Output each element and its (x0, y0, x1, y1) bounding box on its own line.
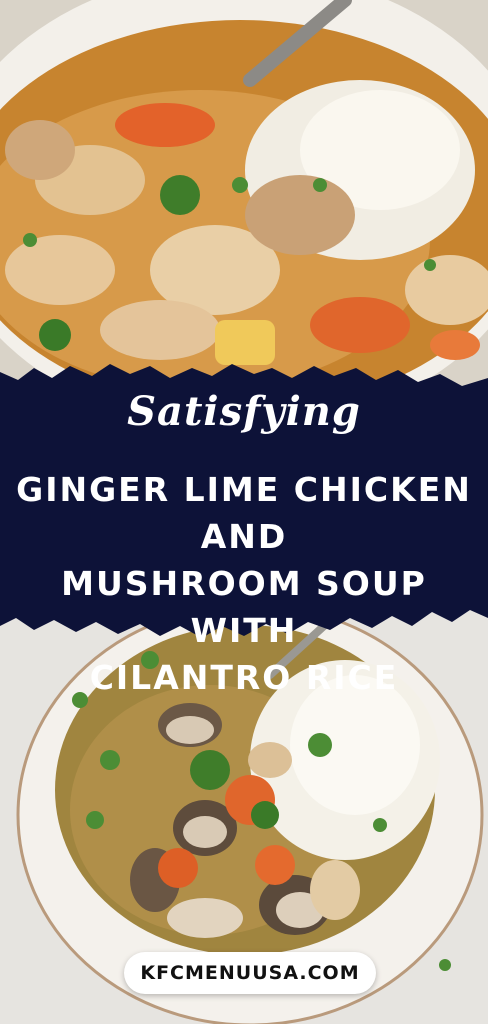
website-badge[interactable]: KFCMENUUSA.COM (124, 952, 376, 994)
recipe-title: GINGER LIME CHICKEN AND MUSHROOM SOUP WI… (12, 466, 476, 701)
recipe-title-line-1: GINGER LIME CHICKEN AND (16, 470, 472, 556)
banner-subtitle: Satisfying (127, 388, 361, 435)
recipe-pin: Satisfying GINGER LIME CHICKEN AND MUSHR… (0, 0, 488, 1024)
recipe-title-line-2: MUSHROOM SOUP WITH (61, 564, 427, 650)
recipe-title-line-3: CILANTRO RICE (89, 658, 399, 697)
soup-photo-top (0, 0, 488, 410)
